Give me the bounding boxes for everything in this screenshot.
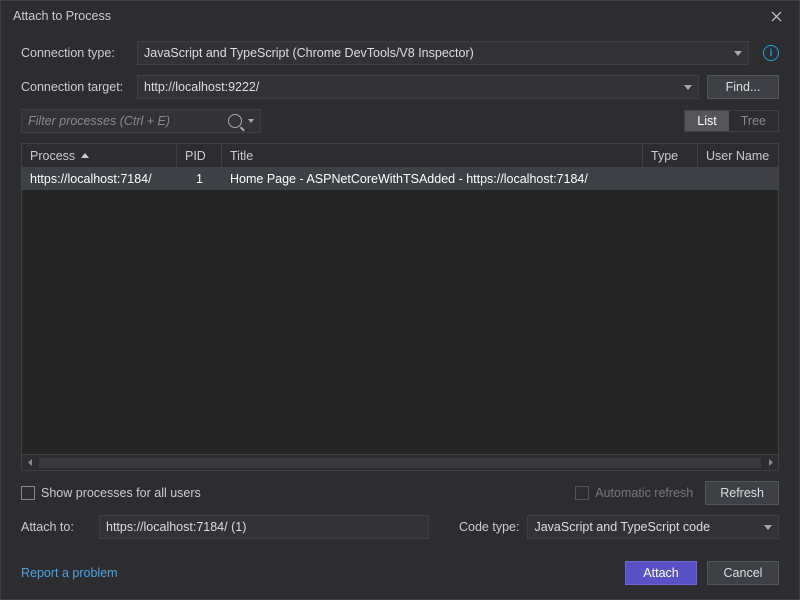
cell-pid: 1 <box>177 172 222 186</box>
close-button[interactable] <box>759 3 793 29</box>
connection-target-dropdown[interactable]: http://localhost:9222/ <box>137 75 699 99</box>
dialog-body: Connection type: JavaScript and TypeScri… <box>1 31 799 599</box>
find-button[interactable]: Find... <box>707 75 779 99</box>
attach-to-value: https://localhost:7184/ (1) <box>106 520 246 534</box>
table-header: Process PID Title Type User Name <box>22 144 778 168</box>
footer: Report a problem Attach Cancel <box>21 561 779 585</box>
connection-type-row: Connection type: JavaScript and TypeScri… <box>21 41 779 65</box>
filter-placeholder: Filter processes (Ctrl + E) <box>28 114 228 128</box>
titlebar: Attach to Process <box>1 1 799 31</box>
report-problem-link[interactable]: Report a problem <box>21 566 118 580</box>
attach-to-label: Attach to: <box>21 520 91 534</box>
checkbox-icon <box>575 486 589 500</box>
code-type-label: Code type: <box>459 520 519 534</box>
window-title: Attach to Process <box>13 9 111 23</box>
options-row: Show processes for all users Automatic r… <box>21 481 779 505</box>
connection-type-value: JavaScript and TypeScript (Chrome DevToo… <box>144 46 474 60</box>
column-user[interactable]: User Name <box>698 144 778 167</box>
chevron-down-icon <box>764 525 772 530</box>
table-row[interactable]: https://localhost:7184/ 1 Home Page - AS… <box>22 168 778 190</box>
chevron-down-icon <box>684 85 692 90</box>
attach-button[interactable]: Attach <box>625 561 697 585</box>
refresh-button[interactable]: Refresh <box>705 481 779 505</box>
column-type[interactable]: Type <box>643 144 698 167</box>
automatic-refresh-checkbox: Automatic refresh <box>575 486 693 501</box>
connection-target-label: Connection target: <box>21 80 129 94</box>
column-title[interactable]: Title <box>222 144 643 167</box>
close-icon <box>771 11 782 22</box>
filter-row: Filter processes (Ctrl + E) List Tree <box>21 109 779 133</box>
column-pid[interactable]: PID <box>177 144 222 167</box>
connection-target-row: Connection target: http://localhost:9222… <box>21 75 779 99</box>
cell-process: https://localhost:7184/ <box>22 172 177 186</box>
view-tree-toggle[interactable]: Tree <box>729 111 778 131</box>
view-list-toggle[interactable]: List <box>685 111 728 131</box>
code-type-value: JavaScript and TypeScript code <box>534 520 710 534</box>
checkbox-icon <box>21 486 35 500</box>
process-table: Process PID Title Type User Name https:/… <box>21 143 779 471</box>
scroll-track[interactable] <box>39 458 761 468</box>
connection-type-dropdown[interactable]: JavaScript and TypeScript (Chrome DevToo… <box>137 41 749 65</box>
code-type-dropdown[interactable]: JavaScript and TypeScript code <box>527 515 779 539</box>
table-body: https://localhost:7184/ 1 Home Page - AS… <box>22 168 778 454</box>
search-icon <box>228 114 242 128</box>
chevron-down-icon <box>734 51 742 56</box>
column-process[interactable]: Process <box>22 144 177 167</box>
cell-title: Home Page - ASPNetCoreWithTSAdded - http… <box>222 172 643 186</box>
view-toggle: List Tree <box>684 110 779 132</box>
scroll-right-icon[interactable] <box>762 455 778 471</box>
attach-to-process-dialog: Attach to Process Connection type: JavaS… <box>0 0 800 600</box>
show-all-users-checkbox[interactable]: Show processes for all users <box>21 486 201 501</box>
connection-target-value: http://localhost:9222/ <box>144 80 259 94</box>
attach-to-field[interactable]: https://localhost:7184/ (1) <box>99 515 429 539</box>
info-icon[interactable]: i <box>763 45 779 61</box>
cancel-button[interactable]: Cancel <box>707 561 779 585</box>
scroll-left-icon[interactable] <box>22 455 38 471</box>
connection-type-label: Connection type: <box>21 46 129 60</box>
chevron-down-icon <box>248 119 254 123</box>
horizontal-scrollbar[interactable] <box>22 454 778 470</box>
attach-to-row: Attach to: https://localhost:7184/ (1) C… <box>21 515 779 539</box>
filter-input[interactable]: Filter processes (Ctrl + E) <box>21 109 261 133</box>
